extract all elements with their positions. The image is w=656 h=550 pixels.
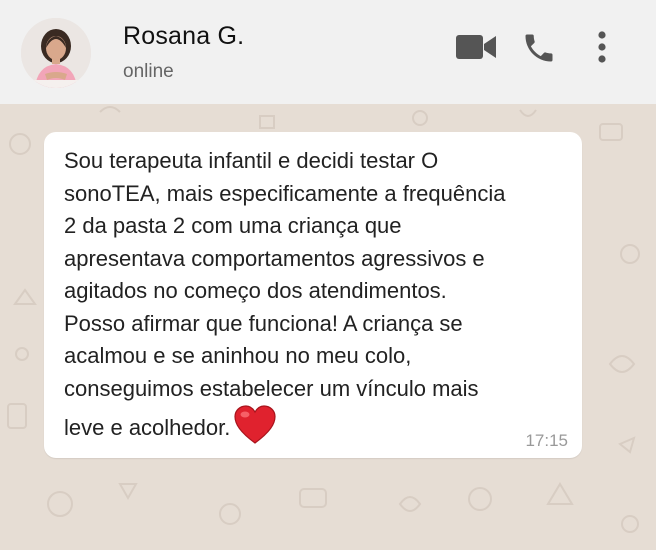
message-text: Sou terapeuta infantil e decidi testar O… <box>64 145 569 455</box>
message-timestamp: 17:15 <box>525 431 568 450</box>
avatar-image <box>21 18 91 88</box>
message-body: Sou terapeuta infantil e decidi testar O… <box>64 148 506 440</box>
red-heart-icon <box>234 405 276 455</box>
message-bubble[interactable]: Sou terapeuta infantil e decidi testar O… <box>44 132 582 458</box>
video-call-icon[interactable] <box>455 33 497 66</box>
contact-status: online <box>123 61 174 82</box>
avatar[interactable] <box>21 18 91 88</box>
contact-name[interactable]: Rosana G. <box>123 22 244 51</box>
chat-area[interactable]: Sou terapeuta infantil e decidi testar O… <box>0 104 656 550</box>
chat-header: Rosana G. online <box>0 0 656 104</box>
more-options-icon[interactable] <box>594 30 610 71</box>
phone-call-icon[interactable] <box>521 30 557 71</box>
